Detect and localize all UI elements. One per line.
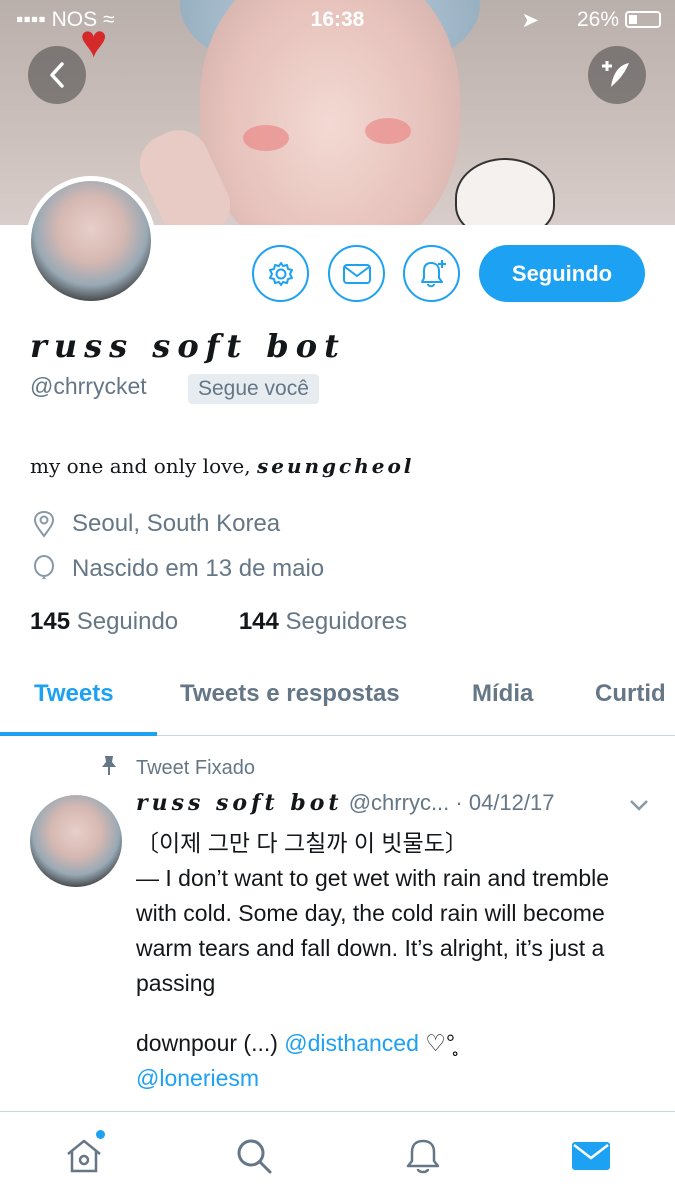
tweet-author-name[interactable]: russ soft bot bbox=[136, 790, 343, 816]
banner-blush bbox=[365, 118, 411, 144]
profile-avatar[interactable] bbox=[26, 176, 156, 306]
back-button[interactable] bbox=[28, 46, 86, 104]
gear-icon bbox=[268, 261, 293, 286]
following-button[interactable]: Seguindo bbox=[479, 245, 645, 302]
birthday-row: Nascido em 13 de maio bbox=[30, 555, 324, 583]
bottom-tab-bar bbox=[0, 1111, 675, 1200]
tweet-author-avatar[interactable] bbox=[30, 795, 122, 887]
chevron-down-icon[interactable] bbox=[628, 792, 650, 818]
tab-tweets-and-replies[interactable]: Tweets e respostas bbox=[180, 680, 400, 708]
back-icon bbox=[50, 62, 64, 88]
envelope-icon bbox=[342, 263, 371, 284]
compose-tweet-button[interactable] bbox=[588, 46, 646, 104]
notifications-toggle-button[interactable] bbox=[403, 245, 460, 302]
location-arrow-icon: ➤ bbox=[521, 9, 539, 32]
followers-count-link[interactable]: 144 Seguidores bbox=[239, 608, 407, 635]
mail-icon bbox=[572, 1142, 610, 1170]
tab-tweets[interactable]: Tweets bbox=[34, 680, 114, 708]
compose-icon bbox=[602, 61, 629, 87]
tab-likes[interactable]: Curtid bbox=[595, 680, 666, 708]
active-tab-indicator bbox=[0, 732, 157, 736]
tweet-korean-line: 〔이제 그만 다 그칠까 이 빗물도〕 bbox=[136, 830, 468, 856]
tweet-text: — I don’t want to get wet with rain and … bbox=[136, 865, 610, 996]
profile-bio: my one and only love, seungcheol bbox=[30, 454, 414, 478]
follows-you-badge: Segue você bbox=[188, 374, 319, 404]
nav-messages[interactable] bbox=[571, 1136, 611, 1176]
banner-blush bbox=[243, 125, 289, 151]
tweet-header: russ soft bot @chrryc... · 04/12/17 bbox=[136, 790, 656, 816]
battery-percent: 26% bbox=[576, 8, 619, 31]
bell-icon bbox=[406, 1139, 440, 1174]
profile-handle: @chrrycket bbox=[30, 373, 147, 399]
nav-search[interactable] bbox=[234, 1136, 274, 1176]
follow-counts: 145 Seguindo 144 Seguidores bbox=[30, 608, 407, 636]
tweet-body: 〔이제 그만 다 그칠까 이 빗물도〕 — I don’t want to ge… bbox=[136, 826, 646, 1096]
birthday-text: Nascido em 13 de maio bbox=[72, 555, 325, 582]
profile-tabs: Tweets Tweets e respostas Mídia Curtid bbox=[0, 660, 675, 736]
bell-plus-icon bbox=[420, 259, 446, 287]
followers-label: Seguidores bbox=[285, 608, 407, 635]
tweet-text-continued: downpour (...) @disthanced ♡°‪̥̥ bbox=[136, 1026, 646, 1061]
tab-media[interactable]: Mídia bbox=[472, 680, 533, 708]
location-pin-icon bbox=[30, 510, 58, 538]
mention-link[interactable]: @disthanced bbox=[284, 1030, 419, 1056]
pin-icon bbox=[98, 754, 120, 782]
nav-notifications[interactable] bbox=[403, 1136, 443, 1176]
location-row: Seoul, South Korea bbox=[30, 510, 280, 538]
avatar-image bbox=[31, 181, 151, 301]
bio-fancy-text: seungcheol bbox=[256, 454, 415, 478]
clock: 16:38 bbox=[310, 8, 365, 31]
unread-dot bbox=[96, 1130, 105, 1139]
tweet-emoticon: ♡°‪̥̥ bbox=[425, 1030, 456, 1056]
balloon-icon bbox=[30, 555, 58, 583]
settings-button[interactable] bbox=[252, 245, 309, 302]
banner-sticker bbox=[455, 158, 555, 225]
bio-text: my one and only love, bbox=[30, 454, 251, 478]
following-count: 145 bbox=[30, 608, 71, 635]
pinned-label: Tweet Fixado bbox=[98, 754, 255, 782]
battery-icon bbox=[625, 11, 661, 28]
message-button[interactable] bbox=[328, 245, 385, 302]
tweet-text-tail: downpour (...) bbox=[136, 1030, 278, 1056]
search-icon bbox=[237, 1139, 272, 1174]
tweet-author-handle: @chrryc... bbox=[348, 790, 450, 815]
mention-link[interactable]: @loneriesm bbox=[136, 1065, 259, 1091]
followers-count: 144 bbox=[238, 608, 279, 635]
following-count-link[interactable]: 145 Seguindo bbox=[30, 608, 178, 635]
pinned-text: Tweet Fixado bbox=[136, 756, 255, 779]
display-name: russ soft bot bbox=[30, 327, 346, 365]
status-bar: ▪▪▪▪ NOS ≈ 16:38 ➤ 26% bbox=[0, 0, 675, 40]
tweet-date: · 04/12/17 bbox=[455, 790, 555, 815]
following-label: Seguindo bbox=[76, 608, 179, 635]
home-icon bbox=[67, 1139, 101, 1173]
location-text: Seoul, South Korea bbox=[72, 510, 281, 537]
nav-home[interactable] bbox=[64, 1130, 105, 1176]
